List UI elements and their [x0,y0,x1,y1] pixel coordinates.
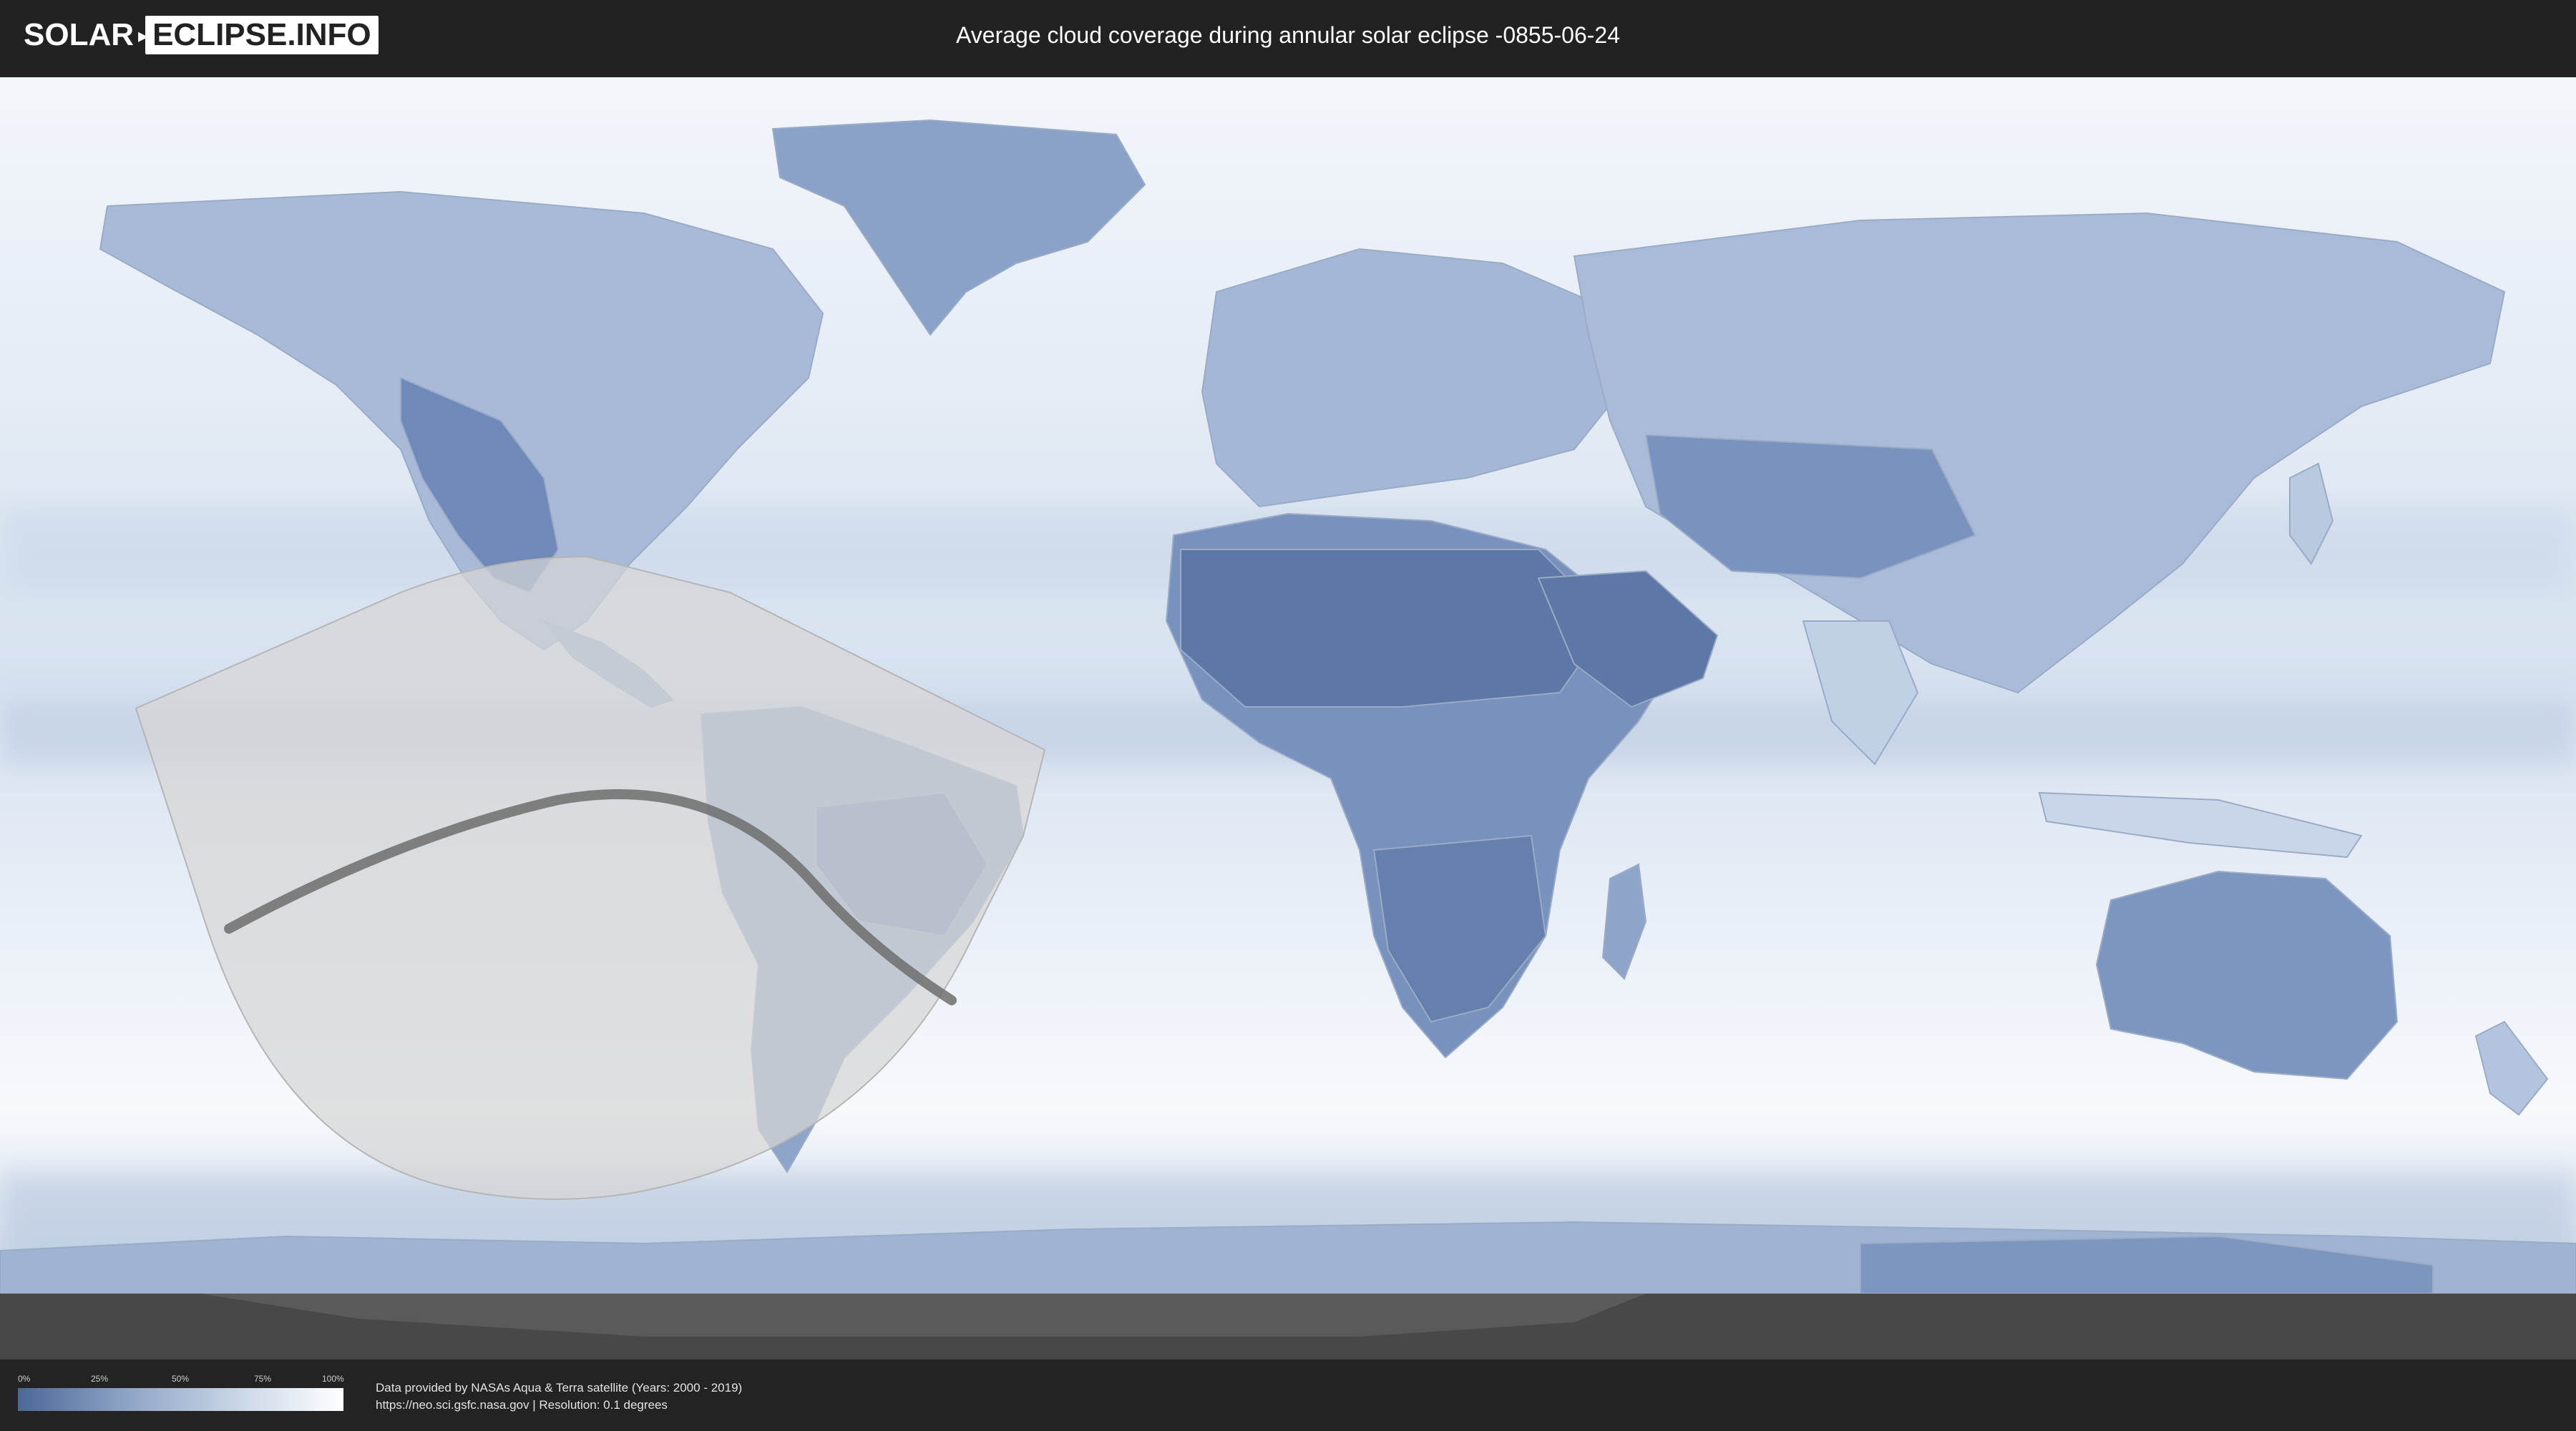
credits-line-1: Data provided by NASAs Aqua & Terra sate… [376,1381,743,1395]
legend-color-bar [18,1388,343,1411]
legend-tick-75: 75% [254,1374,272,1384]
data-credits: Data provided by NASAs Aqua & Terra sate… [376,1379,742,1414]
map-svg [0,77,2576,1359]
cloud-coverage-map[interactable] [0,77,2576,1359]
legend-tick-0: 0% [18,1374,31,1384]
page-title: Average cloud coverage during annular so… [956,22,1620,48]
legend-tick-100: 100% [322,1374,344,1384]
legend-tick-50: 50% [172,1374,190,1384]
legend-ticks: 0% 25% 50% 75% 100% [18,1374,344,1385]
header-bar: SOLAR ▸ ECLIPSE.INFO Average cloud cover… [0,0,2576,72]
sahara-dry [1180,549,1611,708]
legend-tick-25: 25% [91,1374,109,1384]
credits-line-2[interactable]: https://neo.sci.gsfc.nasa.gov | Resoluti… [376,1397,742,1414]
cloud-coverage-legend: 0% 25% 50% 75% 100% [18,1374,344,1411]
